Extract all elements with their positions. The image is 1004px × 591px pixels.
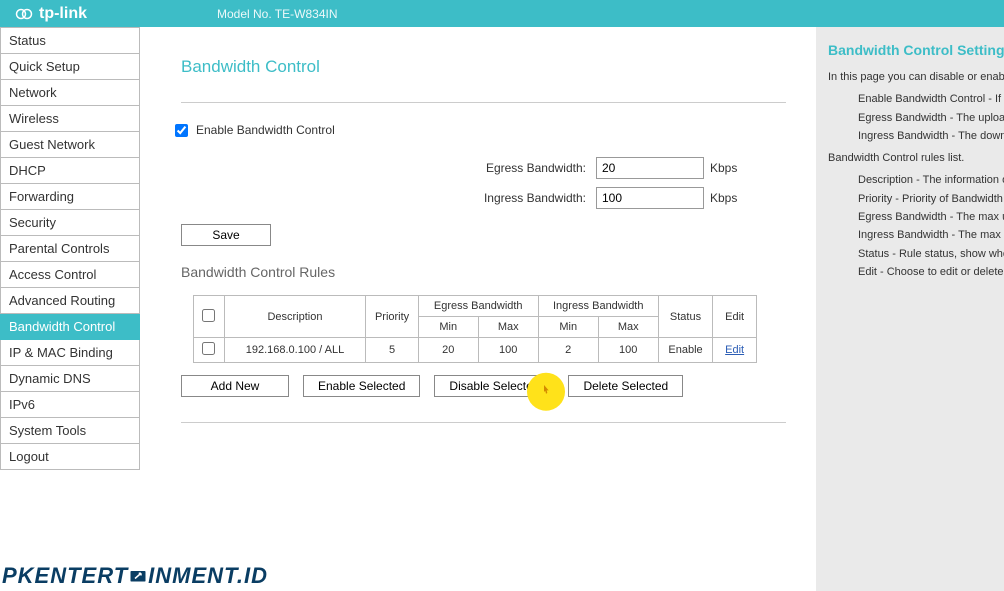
delete-selected-button[interactable]: Delete Selected	[568, 375, 683, 397]
cell-eg-min: 20	[418, 338, 478, 363]
col-in-max: Max	[598, 317, 658, 338]
header: tp-link Model No. TE-W834IN	[0, 0, 1004, 27]
egress-unit: Kbps	[710, 161, 737, 175]
help-item: Enable Bandwidth Control - If enabled, t…	[858, 92, 1004, 106]
edit-link[interactable]: Edit	[725, 344, 744, 356]
egress-label: Egress Bandwidth:	[181, 161, 596, 175]
col-egress: Egress Bandwidth	[418, 296, 538, 317]
help-item: Egress Bandwidth - The upload speed thro…	[858, 111, 1004, 125]
sidebar-item-logout[interactable]: Logout	[0, 444, 140, 470]
save-button[interactable]: Save	[181, 224, 271, 246]
help-item: Priority - Priority of Bandwidth Control…	[858, 192, 1004, 206]
sidebar-item-wireless[interactable]: Wireless	[0, 106, 140, 132]
cell-description: 192.168.0.100 / ALL	[224, 338, 366, 363]
divider-bottom	[181, 422, 786, 423]
help-item: Status - Rule status, show whether the r…	[858, 247, 1004, 261]
pointer-cursor-icon	[538, 384, 554, 400]
sidebar-item-ip-mac-binding[interactable]: IP & MAC Binding	[0, 340, 140, 366]
col-eg-max: Max	[478, 317, 538, 338]
add-new-button[interactable]: Add New	[181, 375, 289, 397]
brand: tp-link	[15, 5, 87, 23]
brand-text: tp-link	[39, 5, 87, 23]
cell-priority: 5	[366, 338, 418, 363]
disable-selected-label: Disable Selected	[449, 379, 539, 393]
cursor-highlight	[527, 373, 565, 411]
col-priority: Priority	[366, 296, 418, 338]
sidebar-item-dhcp[interactable]: DHCP	[0, 158, 140, 184]
ingress-label: Ingress Bandwidth:	[181, 191, 596, 205]
enable-checkbox-input[interactable]	[175, 124, 188, 137]
brand-logo-icon	[15, 5, 33, 23]
help-item: Ingress Bandwidth - The max download spe…	[858, 228, 1004, 242]
col-in-min: Min	[538, 317, 598, 338]
sidebar-item-security[interactable]: Security	[0, 210, 140, 236]
sidebar-item-status[interactable]: Status	[0, 27, 140, 54]
table-row: 192.168.0.100 / ALL 5 20 100 2 100 Enabl…	[194, 338, 757, 363]
disable-selected-button[interactable]: Disable Selected	[434, 375, 554, 397]
help-item: Edit - Choose to edit or delete an exist…	[858, 265, 1004, 279]
sidebar-item-system-tools[interactable]: System Tools	[0, 418, 140, 444]
help-title: Bandwidth Control Settings	[828, 42, 1004, 58]
sidebar-item-bandwidth-control[interactable]: Bandwidth Control	[0, 314, 140, 340]
sidebar-item-network[interactable]: Network	[0, 80, 140, 106]
col-edit: Edit	[713, 296, 757, 338]
sidebar: StatusQuick SetupNetworkWirelessGuest Ne…	[0, 27, 141, 591]
help-item: Description - The information of descrip…	[858, 173, 1004, 187]
egress-input[interactable]	[596, 157, 704, 179]
sidebar-item-quick-setup[interactable]: Quick Setup	[0, 54, 140, 80]
enable-checkbox-label: Enable Bandwidth Control	[196, 123, 335, 137]
watermark: PKENTERTINMENT.ID	[2, 563, 268, 589]
cell-eg-max: 100	[478, 338, 538, 363]
rules-table: Description Priority Egress Bandwidth In…	[193, 295, 757, 363]
col-status: Status	[658, 296, 713, 338]
help-subtitle: Bandwidth Control rules list.	[828, 151, 1004, 165]
watermark-icon	[128, 568, 148, 586]
sidebar-item-dynamic-dns[interactable]: Dynamic DNS	[0, 366, 140, 392]
enable-bandwidth-checkbox[interactable]: Enable Bandwidth Control	[175, 123, 786, 137]
cell-status: Enable	[658, 338, 713, 363]
cell-in-min: 2	[538, 338, 598, 363]
col-ingress: Ingress Bandwidth	[538, 296, 658, 317]
row-checkbox[interactable]	[202, 342, 215, 355]
sidebar-item-guest-network[interactable]: Guest Network	[0, 132, 140, 158]
sidebar-item-advanced-routing[interactable]: Advanced Routing	[0, 288, 140, 314]
select-all-checkbox[interactable]	[202, 309, 215, 322]
ingress-input[interactable]	[596, 187, 704, 209]
col-description: Description	[224, 296, 366, 338]
ingress-unit: Kbps	[710, 191, 737, 205]
help-panel: Bandwidth Control Settings In this page …	[816, 27, 1004, 591]
sidebar-item-forwarding[interactable]: Forwarding	[0, 184, 140, 210]
page-title: Bandwidth Control	[181, 57, 786, 77]
divider	[181, 102, 786, 103]
help-item: Ingress Bandwidth - The download speed t…	[858, 129, 1004, 143]
sidebar-item-access-control[interactable]: Access Control	[0, 262, 140, 288]
rules-title: Bandwidth Control Rules	[181, 264, 786, 280]
help-intro: In this page you can disable or enable t…	[828, 70, 1004, 84]
help-item: Egress Bandwidth - The max upload speed …	[858, 210, 1004, 224]
enable-selected-button[interactable]: Enable Selected	[303, 375, 420, 397]
model-number: Model No. TE-W834IN	[217, 7, 338, 21]
sidebar-item-ipv6[interactable]: IPv6	[0, 392, 140, 418]
cell-in-max: 100	[598, 338, 658, 363]
main-content: Bandwidth Control Enable Bandwidth Contr…	[141, 27, 816, 591]
col-eg-min: Min	[418, 317, 478, 338]
sidebar-item-parental-controls[interactable]: Parental Controls	[0, 236, 140, 262]
